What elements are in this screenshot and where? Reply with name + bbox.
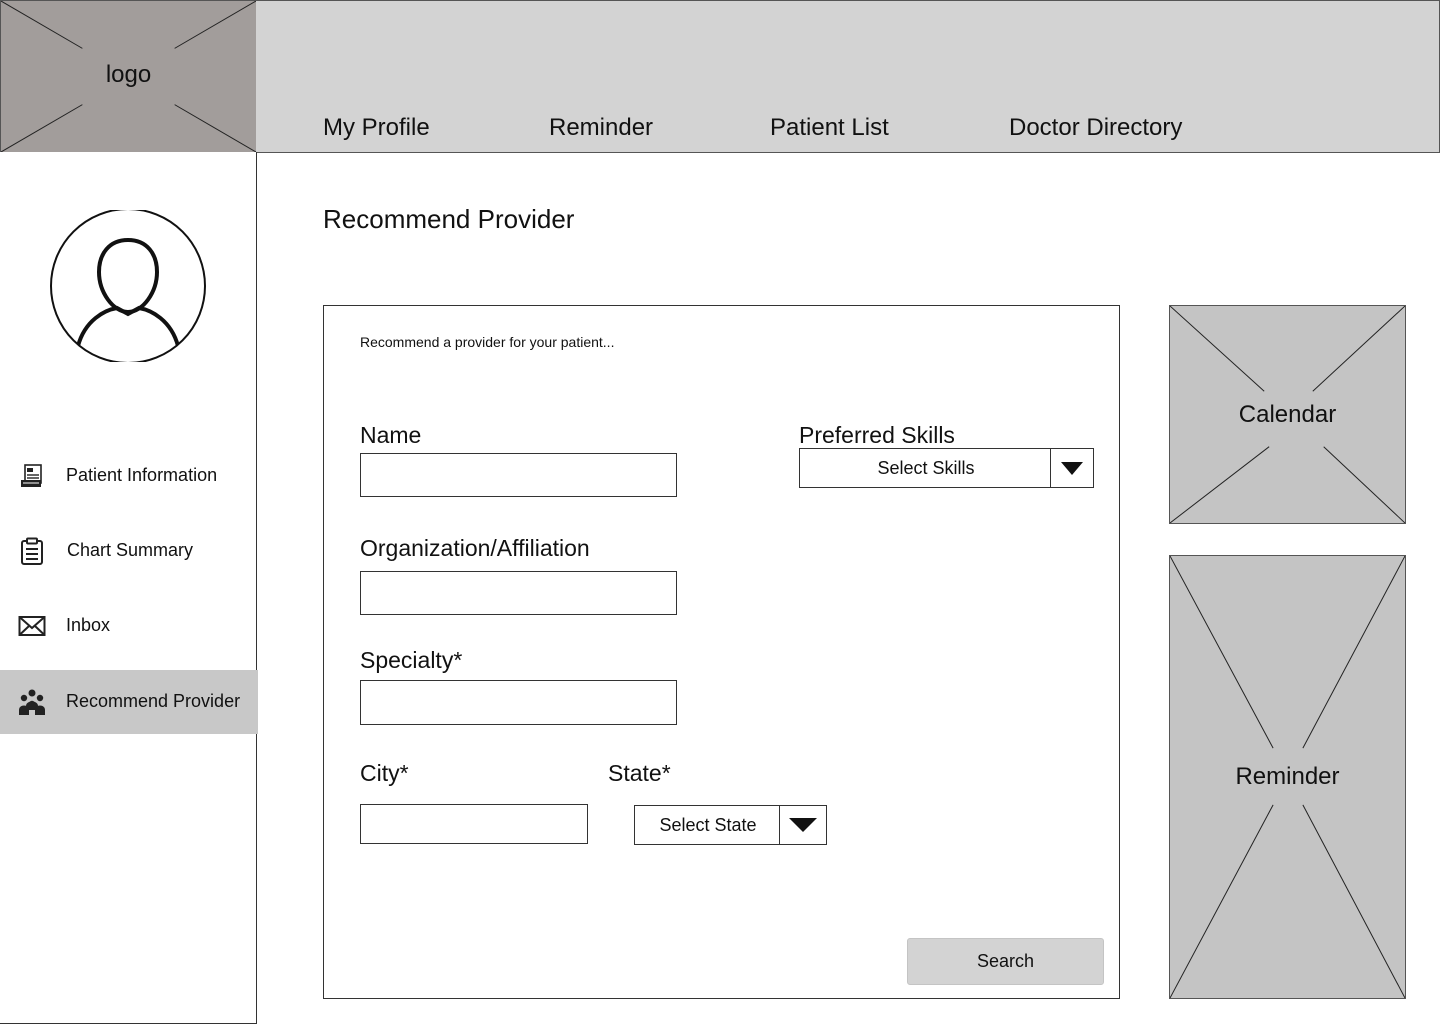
specialty-input[interactable] xyxy=(360,680,677,725)
organization-input[interactable] xyxy=(360,571,677,615)
city-label: City* xyxy=(360,760,409,786)
chevron-down-icon xyxy=(789,818,817,832)
sidebar-item-label: Chart Summary xyxy=(67,540,194,560)
reminder-label: Reminder xyxy=(1235,763,1340,790)
patient-info-icon xyxy=(21,464,42,487)
sidebar-item-patient-information[interactable]: Patient Information xyxy=(0,444,258,508)
name-label: Name xyxy=(360,422,422,448)
reminder-widget[interactable]: Reminder xyxy=(1169,555,1406,999)
form-intro-text: Recommend a provider for your patient... xyxy=(360,334,615,350)
name-input[interactable] xyxy=(360,453,677,497)
sidebar-item-label: Inbox xyxy=(66,615,111,635)
sidebar-item-recommend-provider[interactable]: Recommend Provider xyxy=(0,670,258,734)
skills-dropdown-toggle[interactable] xyxy=(1050,449,1093,487)
calendar-label: Calendar xyxy=(1238,401,1337,428)
nav-doctor-directory[interactable]: Doctor Directory xyxy=(1009,114,1182,142)
recommend-provider-form: Recommend a provider for your patient...… xyxy=(323,305,1120,999)
state-select[interactable]: Select State xyxy=(634,805,827,845)
search-button[interactable]: Search xyxy=(907,938,1104,985)
clipboard-icon xyxy=(21,537,43,565)
logo-label: logo xyxy=(105,61,152,88)
specialty-label: Specialty* xyxy=(360,647,463,673)
people-group-icon xyxy=(19,689,45,715)
chevron-down-icon xyxy=(1061,461,1083,475)
preferred-skills-label: Preferred Skills xyxy=(799,422,955,448)
state-label: State* xyxy=(608,760,671,786)
sidebar-item-chart-summary[interactable]: Chart Summary xyxy=(0,519,258,583)
top-header: My Profile Reminder Patient List Doctor … xyxy=(256,0,1440,153)
avatar-icon[interactable] xyxy=(49,210,207,362)
sidebar-item-label: Recommend Provider xyxy=(66,691,241,711)
logo-placeholder: logo xyxy=(0,0,257,153)
sidebar: Patient Information Chart Summary Inbox xyxy=(0,152,258,1024)
calendar-widget[interactable]: Calendar xyxy=(1169,305,1406,524)
skills-select-value: Select Skills xyxy=(877,457,975,478)
nav-my-profile[interactable]: My Profile xyxy=(323,114,430,142)
page-title: Recommend Provider xyxy=(323,204,575,234)
sidebar-item-inbox[interactable]: Inbox xyxy=(0,594,258,658)
sidebar-item-label: Patient Information xyxy=(66,465,218,485)
skills-select[interactable]: Select Skills xyxy=(799,448,1094,488)
nav-patient-list[interactable]: Patient List xyxy=(770,114,889,142)
state-dropdown-toggle[interactable] xyxy=(779,806,826,844)
envelope-icon xyxy=(18,616,46,636)
city-input[interactable] xyxy=(360,804,588,844)
organization-label: Organization/Affiliation xyxy=(360,535,590,561)
nav-reminder[interactable]: Reminder xyxy=(549,114,653,142)
state-select-value: Select State xyxy=(659,814,757,835)
